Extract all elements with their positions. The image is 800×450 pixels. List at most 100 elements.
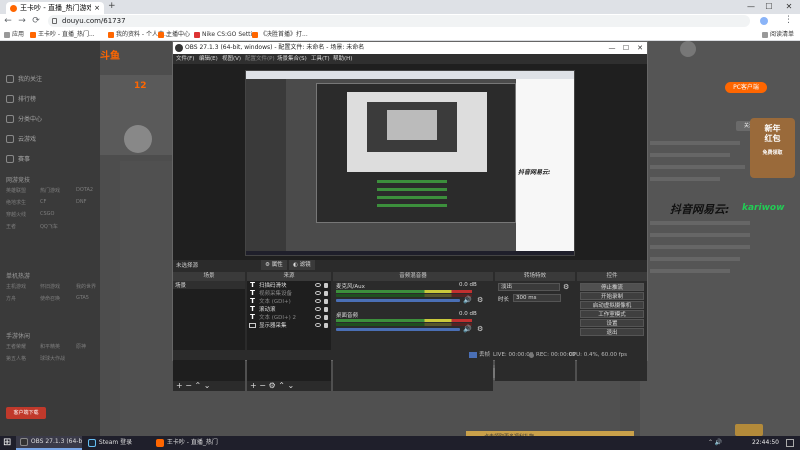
menu-tools[interactable]: 工具(T) bbox=[311, 54, 330, 64]
source-item[interactable]: T 文本 (GDI+) bbox=[247, 297, 331, 305]
eye-icon[interactable] bbox=[315, 283, 321, 287]
bookmark-item[interactable]: Nike CS:GO Setti... bbox=[194, 30, 258, 40]
add-source-icon[interactable]: + bbox=[250, 381, 257, 390]
menu-profile[interactable]: 配置文件(P) bbox=[245, 54, 275, 64]
sidebar-sub-item[interactable]: 怀旧游戏 bbox=[40, 283, 60, 290]
sidebar-sub-item[interactable]: 和平精英 bbox=[40, 343, 60, 350]
speaker-icon[interactable]: 🔊 bbox=[463, 325, 472, 333]
remove-scene-icon[interactable]: − bbox=[185, 381, 192, 390]
eye-icon[interactable] bbox=[315, 323, 321, 327]
lock-icon[interactable] bbox=[324, 322, 328, 328]
reload-icon[interactable]: ⟳ bbox=[30, 15, 42, 28]
source-item[interactable]: T 视频采集设备 bbox=[247, 289, 331, 297]
menu-scene-collection[interactable]: 场景集合(S) bbox=[277, 54, 307, 64]
lock-icon[interactable] bbox=[324, 306, 328, 312]
eye-icon[interactable] bbox=[315, 291, 321, 295]
properties-button[interactable]: ⚙ 属性 bbox=[261, 260, 287, 270]
pc-client-button[interactable]: PC客户端 bbox=[725, 82, 767, 93]
streamer-avatar[interactable] bbox=[124, 125, 152, 153]
obs-minimize-button[interactable]: — bbox=[605, 42, 619, 54]
mixer-settings-icon[interactable]: ⚙ bbox=[477, 325, 483, 333]
source-item[interactable]: T 文本 (GDI+) 2 bbox=[247, 313, 331, 321]
volume-slider[interactable] bbox=[336, 328, 460, 331]
bookmark-apps[interactable]: 应用 bbox=[4, 30, 24, 40]
sidebar-sub-item[interactable]: QQ飞车 bbox=[40, 223, 58, 230]
user-avatar[interactable] bbox=[680, 41, 696, 57]
url-bar[interactable]: douyu.com/61737 bbox=[48, 15, 750, 27]
volume-slider[interactable] bbox=[336, 299, 460, 302]
sidebar-item-cloud-game[interactable]: 云游戏 bbox=[0, 129, 100, 148]
clock[interactable]: 22:44:50 bbox=[752, 439, 779, 446]
window-minimize-button[interactable]: — bbox=[744, 1, 758, 13]
sidebar-item-category[interactable]: 分类中心 bbox=[0, 109, 100, 128]
douyu-logo[interactable]: 斗鱼 bbox=[100, 47, 138, 63]
sidebar-sub-item[interactable]: 王者荣耀 bbox=[6, 343, 26, 350]
bookmark-item[interactable]: 王卡吵 - 直播_热门... bbox=[30, 30, 95, 40]
studio-mode-button[interactable]: 工作室模式 bbox=[580, 310, 644, 318]
red-packet-banner[interactable]: 新年 红包 免费领取 bbox=[750, 118, 795, 178]
sidebar-sub-item[interactable]: CSGO bbox=[40, 211, 54, 217]
sidebar-sub-item[interactable]: CF bbox=[40, 199, 46, 205]
sidebar-sub-item[interactable]: 热门游戏 bbox=[40, 187, 60, 194]
taskbar-item-obs[interactable]: OBS 27.1.3 (64-bit... bbox=[16, 436, 82, 450]
scene-item[interactable]: 场景 bbox=[173, 281, 245, 289]
sidebar-item-rank[interactable]: 排行榜 bbox=[0, 89, 100, 108]
start-menu-icon[interactable]: ⊞ bbox=[3, 438, 13, 448]
move-down-icon[interactable]: ⌄ bbox=[204, 381, 211, 390]
profile-avatar-icon[interactable] bbox=[760, 17, 768, 25]
sidebar-sub-item[interactable]: 王者 bbox=[6, 223, 16, 230]
browser-tab[interactable]: 王卡吵 - 直播_热门游戏直播_斗鱼 × bbox=[6, 2, 104, 14]
eye-icon[interactable] bbox=[315, 307, 321, 311]
sidebar-sub-item[interactable]: 英雄联盟 bbox=[6, 187, 26, 194]
gift-badge-icon[interactable] bbox=[735, 424, 763, 436]
sidebar-sub-item[interactable]: 第五人格 bbox=[6, 355, 26, 362]
source-item[interactable]: T 滚动滚 bbox=[247, 305, 331, 313]
reading-list[interactable]: 阅读清单 bbox=[762, 30, 794, 40]
move-up-icon[interactable]: ⌃ bbox=[278, 381, 285, 390]
sidebar-sub-item[interactable]: 主机游戏 bbox=[6, 283, 26, 290]
bookmark-item[interactable]: 《决胜首播》打... bbox=[252, 30, 308, 40]
sidebar-sub-item[interactable]: 绝地求生 bbox=[6, 199, 26, 206]
sidebar-sub-item[interactable]: 穿越火线 bbox=[6, 211, 26, 218]
tab-close-icon[interactable]: × bbox=[94, 4, 100, 12]
transition-select[interactable]: 淡出 bbox=[498, 283, 560, 291]
notification-icon[interactable] bbox=[786, 439, 794, 447]
sidebar-sub-item[interactable]: 使命召唤 bbox=[40, 295, 60, 302]
transition-settings-icon[interactable]: ⚙ bbox=[563, 283, 569, 291]
virtual-camera-button[interactable]: 启动虚拟摄像机 bbox=[580, 301, 644, 309]
add-scene-icon[interactable]: + bbox=[176, 381, 183, 390]
obs-title-bar[interactable]: OBS 27.1.3 (64-bit, windows) - 配置文件: 未命名… bbox=[173, 42, 647, 54]
sidebar-sub-item[interactable]: DOTA2 bbox=[76, 187, 93, 193]
forward-icon[interactable]: → bbox=[16, 15, 28, 28]
source-item[interactable]: 显示器采集 bbox=[247, 321, 331, 329]
menu-help[interactable]: 帮助(H) bbox=[333, 54, 352, 64]
sidebar-sub-item[interactable]: GTA5 bbox=[76, 295, 89, 301]
start-recording-button[interactable]: 开始录制 bbox=[580, 292, 644, 300]
settings-button[interactable]: 设置 bbox=[580, 319, 644, 327]
lock-icon[interactable] bbox=[324, 290, 328, 296]
sidebar-item-esports[interactable]: 赛事 bbox=[0, 149, 100, 168]
sidebar-item-follow[interactable]: 我的关注 bbox=[0, 69, 100, 88]
lock-icon[interactable] bbox=[324, 314, 328, 320]
sidebar-sub-item[interactable]: DNF bbox=[76, 199, 86, 205]
lock-icon[interactable] bbox=[324, 282, 328, 288]
filters-button[interactable]: ◐ 滤镜 bbox=[289, 260, 315, 270]
exit-button[interactable]: 退出 bbox=[580, 328, 644, 336]
back-icon[interactable]: ← bbox=[2, 15, 14, 28]
remove-source-icon[interactable]: − bbox=[259, 381, 266, 390]
taskbar-item-chrome[interactable]: 王卡吵 - 直播_热门游... bbox=[152, 436, 218, 450]
window-maximize-button[interactable]: ☐ bbox=[762, 1, 776, 13]
tray-icons[interactable]: ⌃ 🔊 bbox=[708, 439, 722, 446]
bookmark-item[interactable]: 主播中心 bbox=[158, 30, 190, 40]
source-item[interactable]: T 扫描码滑块 bbox=[247, 281, 331, 289]
eye-icon[interactable] bbox=[315, 315, 321, 319]
sidebar-sub-item[interactable]: 方舟 bbox=[6, 295, 16, 302]
obs-maximize-button[interactable]: ☐ bbox=[619, 42, 633, 54]
new-tab-button[interactable]: + bbox=[108, 1, 116, 11]
move-up-icon[interactable]: ⌃ bbox=[195, 381, 202, 390]
move-down-icon[interactable]: ⌄ bbox=[287, 381, 294, 390]
eye-icon[interactable] bbox=[315, 299, 321, 303]
taskbar-item-steam[interactable]: Steam 登录 bbox=[84, 436, 148, 450]
client-download-button[interactable]: 客户端下载 bbox=[6, 407, 46, 419]
menu-edit[interactable]: 编辑(E) bbox=[199, 54, 218, 64]
